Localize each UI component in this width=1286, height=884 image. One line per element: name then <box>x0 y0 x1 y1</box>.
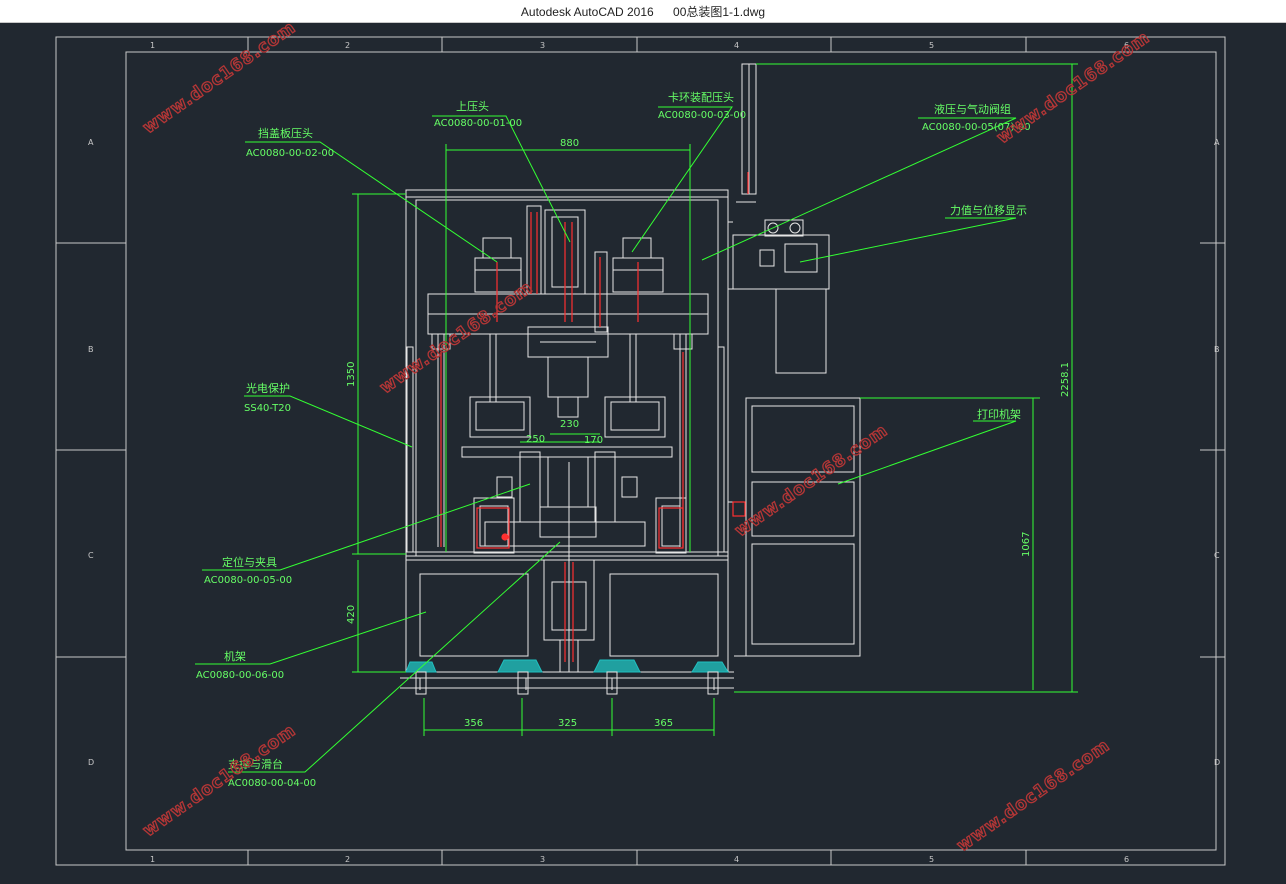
label-fixture: 定位与夹具 <box>222 555 277 569</box>
dim-250: 250 <box>526 434 545 445</box>
window-title: Autodesk AutoCAD 2016 00总装图1-1.dwg <box>0 3 1286 20</box>
col-label: 4 <box>734 855 739 864</box>
row-label: C <box>88 551 94 560</box>
label-force-display: 力值与位移显示 <box>950 203 1027 217</box>
leveling-feet <box>405 659 729 695</box>
row-label: D <box>88 758 94 767</box>
dim-356: 356 <box>464 718 483 729</box>
callout-labels: 上压头 AC0080-00-01-00 挡盖板压头 AC0080-00-02-0… <box>196 91 1031 789</box>
col-label: 1 <box>150 855 155 864</box>
machine-drawing <box>400 63 861 690</box>
code-photo-guard: SS40-T20 <box>244 403 291 414</box>
label-printer-rack: 打印机架 <box>977 407 1021 421</box>
row-label: C <box>1214 551 1220 560</box>
watermark: www.doc168.com <box>376 277 536 398</box>
watermark: www.doc168.com <box>953 735 1113 856</box>
col-label: 2 <box>345 855 350 864</box>
label-hydraulic: 液压与气动阀组 <box>934 102 1011 116</box>
watermark: www.doc168.com <box>993 27 1153 148</box>
dim-325: 325 <box>558 718 577 729</box>
col-label: 6 <box>1124 855 1129 864</box>
file-name: 00总装图1-1.dwg <box>673 5 766 19</box>
code-cap-press: AC0080-00-02-00 <box>246 148 334 159</box>
label-upper-press: 上压头 <box>456 100 489 113</box>
code-upper-press: AC0080-00-01-00 <box>434 118 522 129</box>
label-frame: 机架 <box>224 649 246 663</box>
row-label: D <box>1214 758 1220 767</box>
code-ring-press: AC0080-00-03-00 <box>658 110 746 121</box>
dim-880: 880 <box>560 138 579 149</box>
col-label: 3 <box>540 41 545 50</box>
dim-420: 420 <box>346 605 357 624</box>
col-label: 1 <box>150 41 155 50</box>
row-label: B <box>88 345 94 354</box>
col-label: 3 <box>540 855 545 864</box>
row-label: A <box>1214 138 1220 147</box>
cad-drawing[interactable]: 1 2 3 4 5 6 1 2 3 4 5 6 A B C D A B C D <box>0 17 1286 879</box>
code-fixture: AC0080-00-05-00 <box>204 575 292 586</box>
col-label: 5 <box>929 855 934 864</box>
dim-170: 170 <box>584 435 603 446</box>
dimension-text: 880 1350 420 2258.1 1067 250 230 170 356… <box>346 138 1071 729</box>
drawing-canvas[interactable]: 1 2 3 4 5 6 1 2 3 4 5 6 A B C D A B C D <box>0 17 1286 879</box>
code-frame: AC0080-00-06-00 <box>196 670 284 681</box>
label-photo-guard: 光电保护 <box>246 381 290 395</box>
label-ring-press: 卡环装配压头 <box>668 91 734 104</box>
dim-2258: 2258.1 <box>1060 362 1071 397</box>
dim-1350: 1350 <box>346 362 357 387</box>
col-label: 5 <box>929 41 934 50</box>
dim-230: 230 <box>560 419 579 430</box>
label-cap-press: 挡盖板压头 <box>258 126 313 140</box>
row-label: B <box>1214 345 1220 354</box>
col-label: 4 <box>734 41 739 50</box>
row-label: A <box>88 138 94 147</box>
dimension-lines <box>352 63 1078 736</box>
watermark: www.doc168.com <box>139 22 299 138</box>
dim-365: 365 <box>654 718 673 729</box>
frame-labels: 1 2 3 4 5 6 1 2 3 4 5 6 A B C D A B C D <box>88 41 1220 864</box>
drawing-frame <box>55 36 1226 866</box>
code-support: AC0080-00-04-00 <box>228 778 316 789</box>
dim-1067: 1067 <box>1021 532 1032 557</box>
watermark: www.doc168.com <box>731 420 891 541</box>
window-titlebar: Autodesk AutoCAD 2016 00总装图1-1.dwg <box>0 0 1286 23</box>
app-name: Autodesk AutoCAD 2016 <box>520 5 654 19</box>
col-label: 2 <box>345 41 350 50</box>
